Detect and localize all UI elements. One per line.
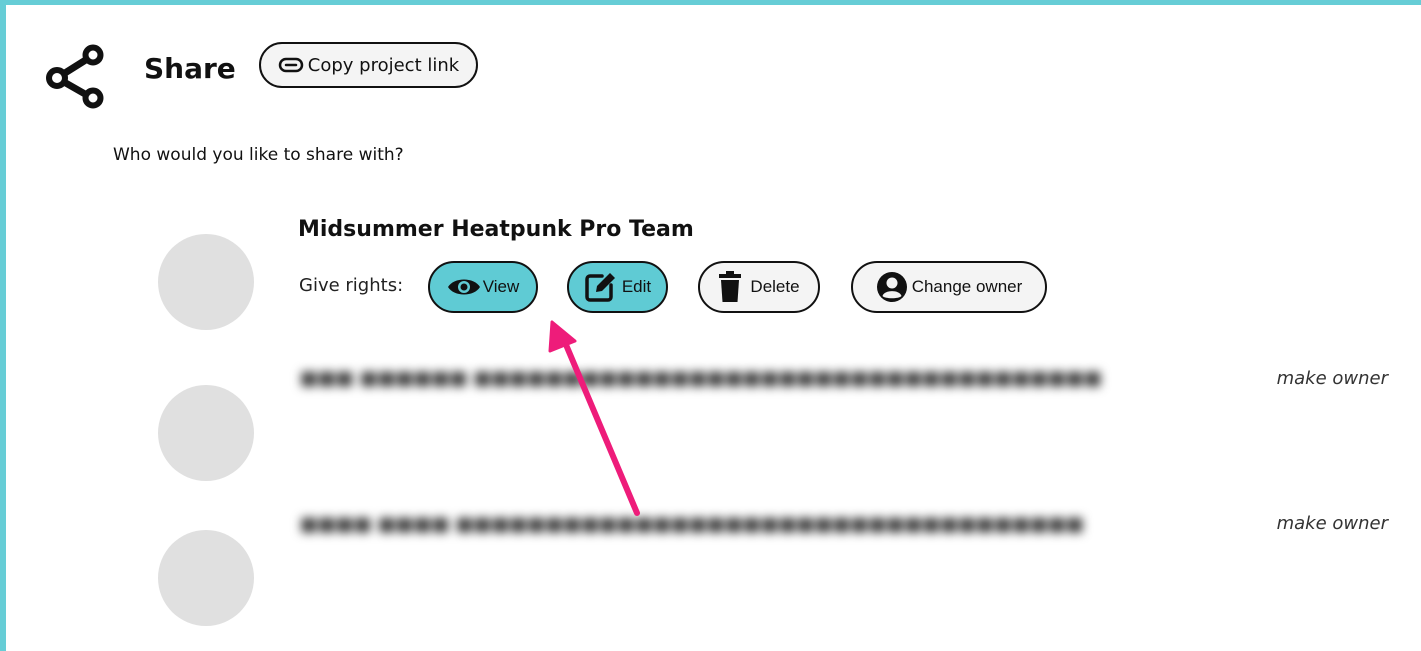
- make-owner-link[interactable]: make owner: [1277, 368, 1388, 389]
- change-owner-button[interactable]: Change owner: [851, 261, 1047, 313]
- redacted-member-name: ■■■ ■■■■■■ ■■■■■■■■■■■■■■■■■■■■■■■■■■■■■…: [300, 367, 1102, 389]
- change-owner-label: Change owner: [911, 277, 1023, 296]
- copy-project-link-button[interactable]: Copy project link: [259, 42, 478, 88]
- make-owner-link[interactable]: make owner: [1277, 513, 1388, 534]
- link-icon: [278, 57, 304, 73]
- copy-project-link-label: Copy project link: [307, 54, 460, 76]
- view-rights-label: View: [482, 277, 520, 296]
- page-title: Share: [144, 52, 236, 85]
- avatar: [158, 385, 254, 481]
- edit-icon: [585, 273, 615, 302]
- edit-rights-button[interactable]: Edit: [567, 261, 668, 313]
- share-icon: [46, 44, 104, 109]
- share-prompt: Who would you like to share with?: [113, 145, 404, 165]
- redacted-member-name: ■■■■ ■■■■ ■■■■■■■■■■■■■■■■■■■■■■■■■■■■■■…: [300, 513, 1085, 535]
- view-rights-button[interactable]: View: [428, 261, 538, 313]
- eye-icon: [447, 279, 480, 295]
- team-name: Midsummer Heatpunk Pro Team: [298, 217, 694, 242]
- edit-rights-label: Edit: [621, 277, 652, 296]
- avatar: [158, 530, 254, 626]
- user-circle-icon: [876, 272, 907, 302]
- delete-rights-button[interactable]: Delete: [698, 261, 820, 313]
- delete-rights-label: Delete: [750, 277, 800, 296]
- trash-icon: [719, 271, 742, 302]
- give-rights-label: Give rights:: [299, 275, 404, 296]
- avatar: [158, 234, 254, 330]
